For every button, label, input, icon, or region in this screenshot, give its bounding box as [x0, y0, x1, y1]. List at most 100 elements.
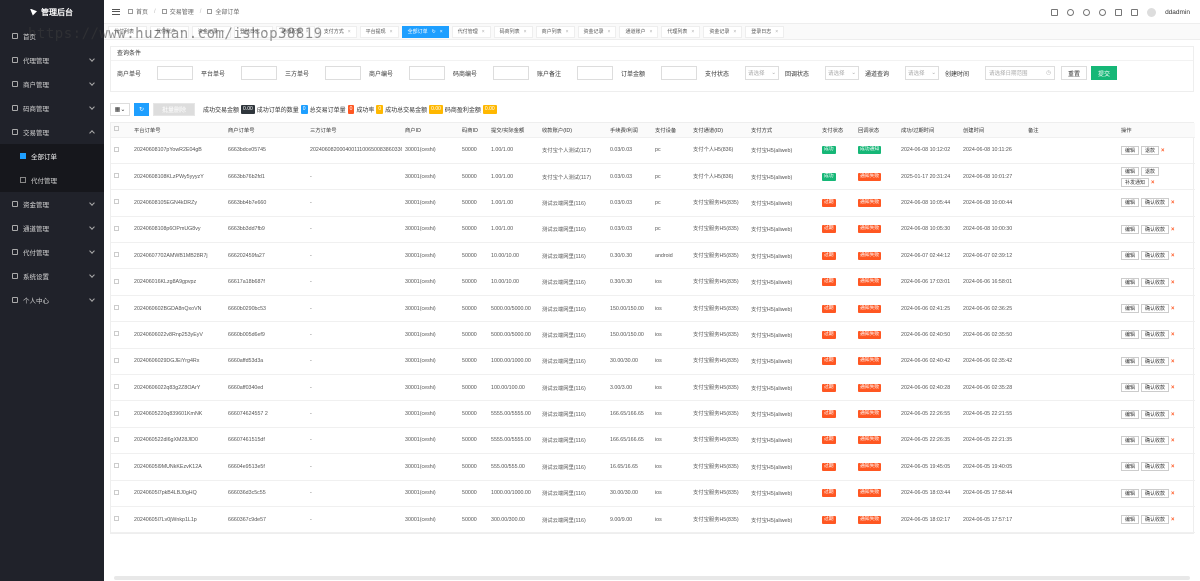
breadcrumb-home[interactable]: 首页: [136, 7, 148, 16]
column-header[interactable]: 提交/实际金额: [488, 123, 539, 138]
sidebar-item-payout[interactable]: 代付管理: [0, 240, 104, 264]
delete-icon[interactable]: ×: [1171, 438, 1175, 444]
delete-icon[interactable]: ×: [1171, 464, 1175, 470]
sidebar-item-merchants[interactable]: 商户管理: [0, 72, 104, 96]
edit-button[interactable]: 编辑: [1121, 409, 1140, 419]
refund-button[interactable]: 退款: [1141, 166, 1160, 176]
edit-button[interactable]: 编辑: [1121, 251, 1140, 261]
row-checkbox[interactable]: [114, 173, 119, 179]
order-amount-input[interactable]: [661, 66, 697, 80]
close-icon[interactable]: ×: [524, 29, 527, 35]
delete-icon[interactable]: ×: [1171, 200, 1175, 206]
tab-funds-record-3[interactable]: 资金记录 ×: [703, 25, 743, 38]
column-header[interactable]: 收款账户(ID): [539, 123, 607, 138]
confirm-receipt-button[interactable]: 确认收款: [1141, 330, 1170, 340]
select-all-checkbox[interactable]: [114, 126, 119, 132]
delete-icon[interactable]: ×: [1171, 491, 1175, 497]
fullscreen-icon[interactable]: [1115, 8, 1123, 16]
code-merchant-id-input[interactable]: [493, 66, 529, 80]
refund-button[interactable]: 退款: [1141, 145, 1160, 155]
column-header[interactable]: 支付通道(ID): [690, 123, 748, 138]
tab-merchant-list[interactable]: 商户列表 ×: [535, 25, 575, 38]
translate-icon[interactable]: [1051, 8, 1059, 16]
row-checkbox[interactable]: [114, 410, 119, 416]
row-checkbox[interactable]: [114, 436, 119, 442]
column-header[interactable]: 商户订单号: [225, 123, 307, 138]
row-checkbox[interactable]: [114, 331, 119, 337]
close-icon[interactable]: ×: [649, 29, 652, 35]
tab-agent-list[interactable]: 代理列表 ×: [661, 25, 701, 38]
theme-icon[interactable]: [1067, 8, 1075, 16]
close-icon[interactable]: ×: [390, 29, 393, 35]
column-header[interactable]: 平台订单号: [131, 123, 225, 138]
sidebar-subitem-payout[interactable]: 代付管理: [0, 168, 104, 192]
edit-button[interactable]: 编辑: [1121, 198, 1140, 208]
delete-icon[interactable]: ×: [1171, 306, 1175, 312]
confirm-receipt-button[interactable]: 确认收款: [1141, 277, 1170, 287]
column-header[interactable]: 支付方式: [748, 123, 819, 138]
confirm-receipt-button[interactable]: 确认收款: [1141, 515, 1170, 525]
tab-platform-withdraw[interactable]: 平台提现 ×: [359, 25, 399, 38]
close-icon[interactable]: ×: [608, 29, 611, 35]
reset-button[interactable]: 重置: [1061, 66, 1088, 80]
column-header[interactable]: 操作: [1118, 123, 1195, 138]
bell-icon[interactable]: [1099, 8, 1107, 16]
row-checkbox[interactable]: [114, 463, 119, 469]
tab-login-log-2[interactable]: 登录日志 ×: [745, 25, 785, 38]
sidebar-item-funds[interactable]: 资金管理: [0, 192, 104, 216]
confirm-receipt-button[interactable]: 确认收款: [1141, 356, 1170, 366]
edit-button[interactable]: 编辑: [1121, 224, 1140, 234]
edit-button[interactable]: 编辑: [1121, 383, 1140, 393]
row-checkbox[interactable]: [114, 489, 119, 495]
channel-query-select[interactable]: 请选择 ⌄: [905, 66, 939, 80]
tab-payout-manage[interactable]: 代付管理 ×: [451, 25, 491, 38]
delete-icon[interactable]: ×: [1171, 332, 1175, 338]
row-checkbox[interactable]: [114, 357, 119, 363]
close-icon[interactable]: ×: [733, 29, 736, 35]
submit-button[interactable]: 提交: [1091, 66, 1118, 80]
delete-icon[interactable]: ×: [1151, 180, 1155, 186]
third-order-no-input[interactable]: [325, 66, 361, 80]
column-header[interactable]: 三方订单号: [307, 123, 402, 138]
sidebar-item-agents[interactable]: 代理管理: [0, 48, 104, 72]
edit-button[interactable]: 编辑: [1121, 330, 1140, 340]
pay-status-select[interactable]: 请选择 ⌄: [745, 66, 779, 80]
row-checkbox[interactable]: [114, 278, 119, 284]
delete-icon[interactable]: ×: [1171, 385, 1175, 391]
tab-funds-record-2[interactable]: 资金记录 ×: [577, 25, 617, 38]
edit-button[interactable]: 编辑: [1121, 515, 1140, 525]
refresh-button[interactable]: ↻: [134, 102, 149, 116]
edit-button[interactable]: 编辑: [1121, 462, 1140, 472]
confirm-receipt-button[interactable]: 确认收款: [1141, 198, 1170, 208]
edit-button[interactable]: 编辑: [1121, 304, 1140, 314]
menu-toggle-icon[interactable]: [112, 8, 120, 15]
edit-button[interactable]: 编辑: [1121, 488, 1140, 498]
column-header[interactable]: 支付设备: [652, 123, 690, 138]
sidebar-item-code-merchants[interactable]: 码商管理: [0, 96, 104, 120]
delete-icon[interactable]: ×: [1171, 253, 1175, 259]
sidebar-item-channels[interactable]: 通道管理: [0, 216, 104, 240]
close-icon[interactable]: ×: [482, 29, 485, 35]
column-toggle-button[interactable]: ▦ ⌄: [110, 102, 130, 116]
batch-delete-button[interactable]: 批量删除: [153, 102, 196, 116]
sidebar-item-settings[interactable]: 系统设置: [0, 264, 104, 288]
delete-icon[interactable]: ×: [1171, 517, 1175, 523]
close-icon[interactable]: ×: [440, 29, 443, 35]
account-remark-input[interactable]: [577, 66, 613, 80]
row-checkbox[interactable]: [114, 225, 119, 231]
row-checkbox[interactable]: [114, 199, 119, 205]
tab-channel-account[interactable]: 通道账户 ×: [619, 25, 659, 38]
platform-order-no-input[interactable]: [241, 66, 277, 80]
tab-pay-methods[interactable]: 支付方式 ×: [317, 25, 357, 38]
close-icon[interactable]: ×: [775, 29, 778, 35]
column-header[interactable]: 回调状态: [855, 123, 898, 138]
edit-button[interactable]: 编辑: [1121, 145, 1140, 155]
merchant-id-input[interactable]: [409, 66, 445, 80]
confirm-receipt-button[interactable]: 确认收款: [1141, 383, 1170, 393]
refresh-icon[interactable]: ↻: [432, 29, 436, 35]
breadcrumb-trading[interactable]: 交易管理: [170, 7, 194, 16]
edit-button[interactable]: 编辑: [1121, 435, 1140, 445]
row-checkbox[interactable]: [114, 384, 119, 390]
sidebar-subitem-all-orders[interactable]: 全部订单: [0, 144, 104, 168]
layout-icon[interactable]: [1131, 8, 1139, 16]
